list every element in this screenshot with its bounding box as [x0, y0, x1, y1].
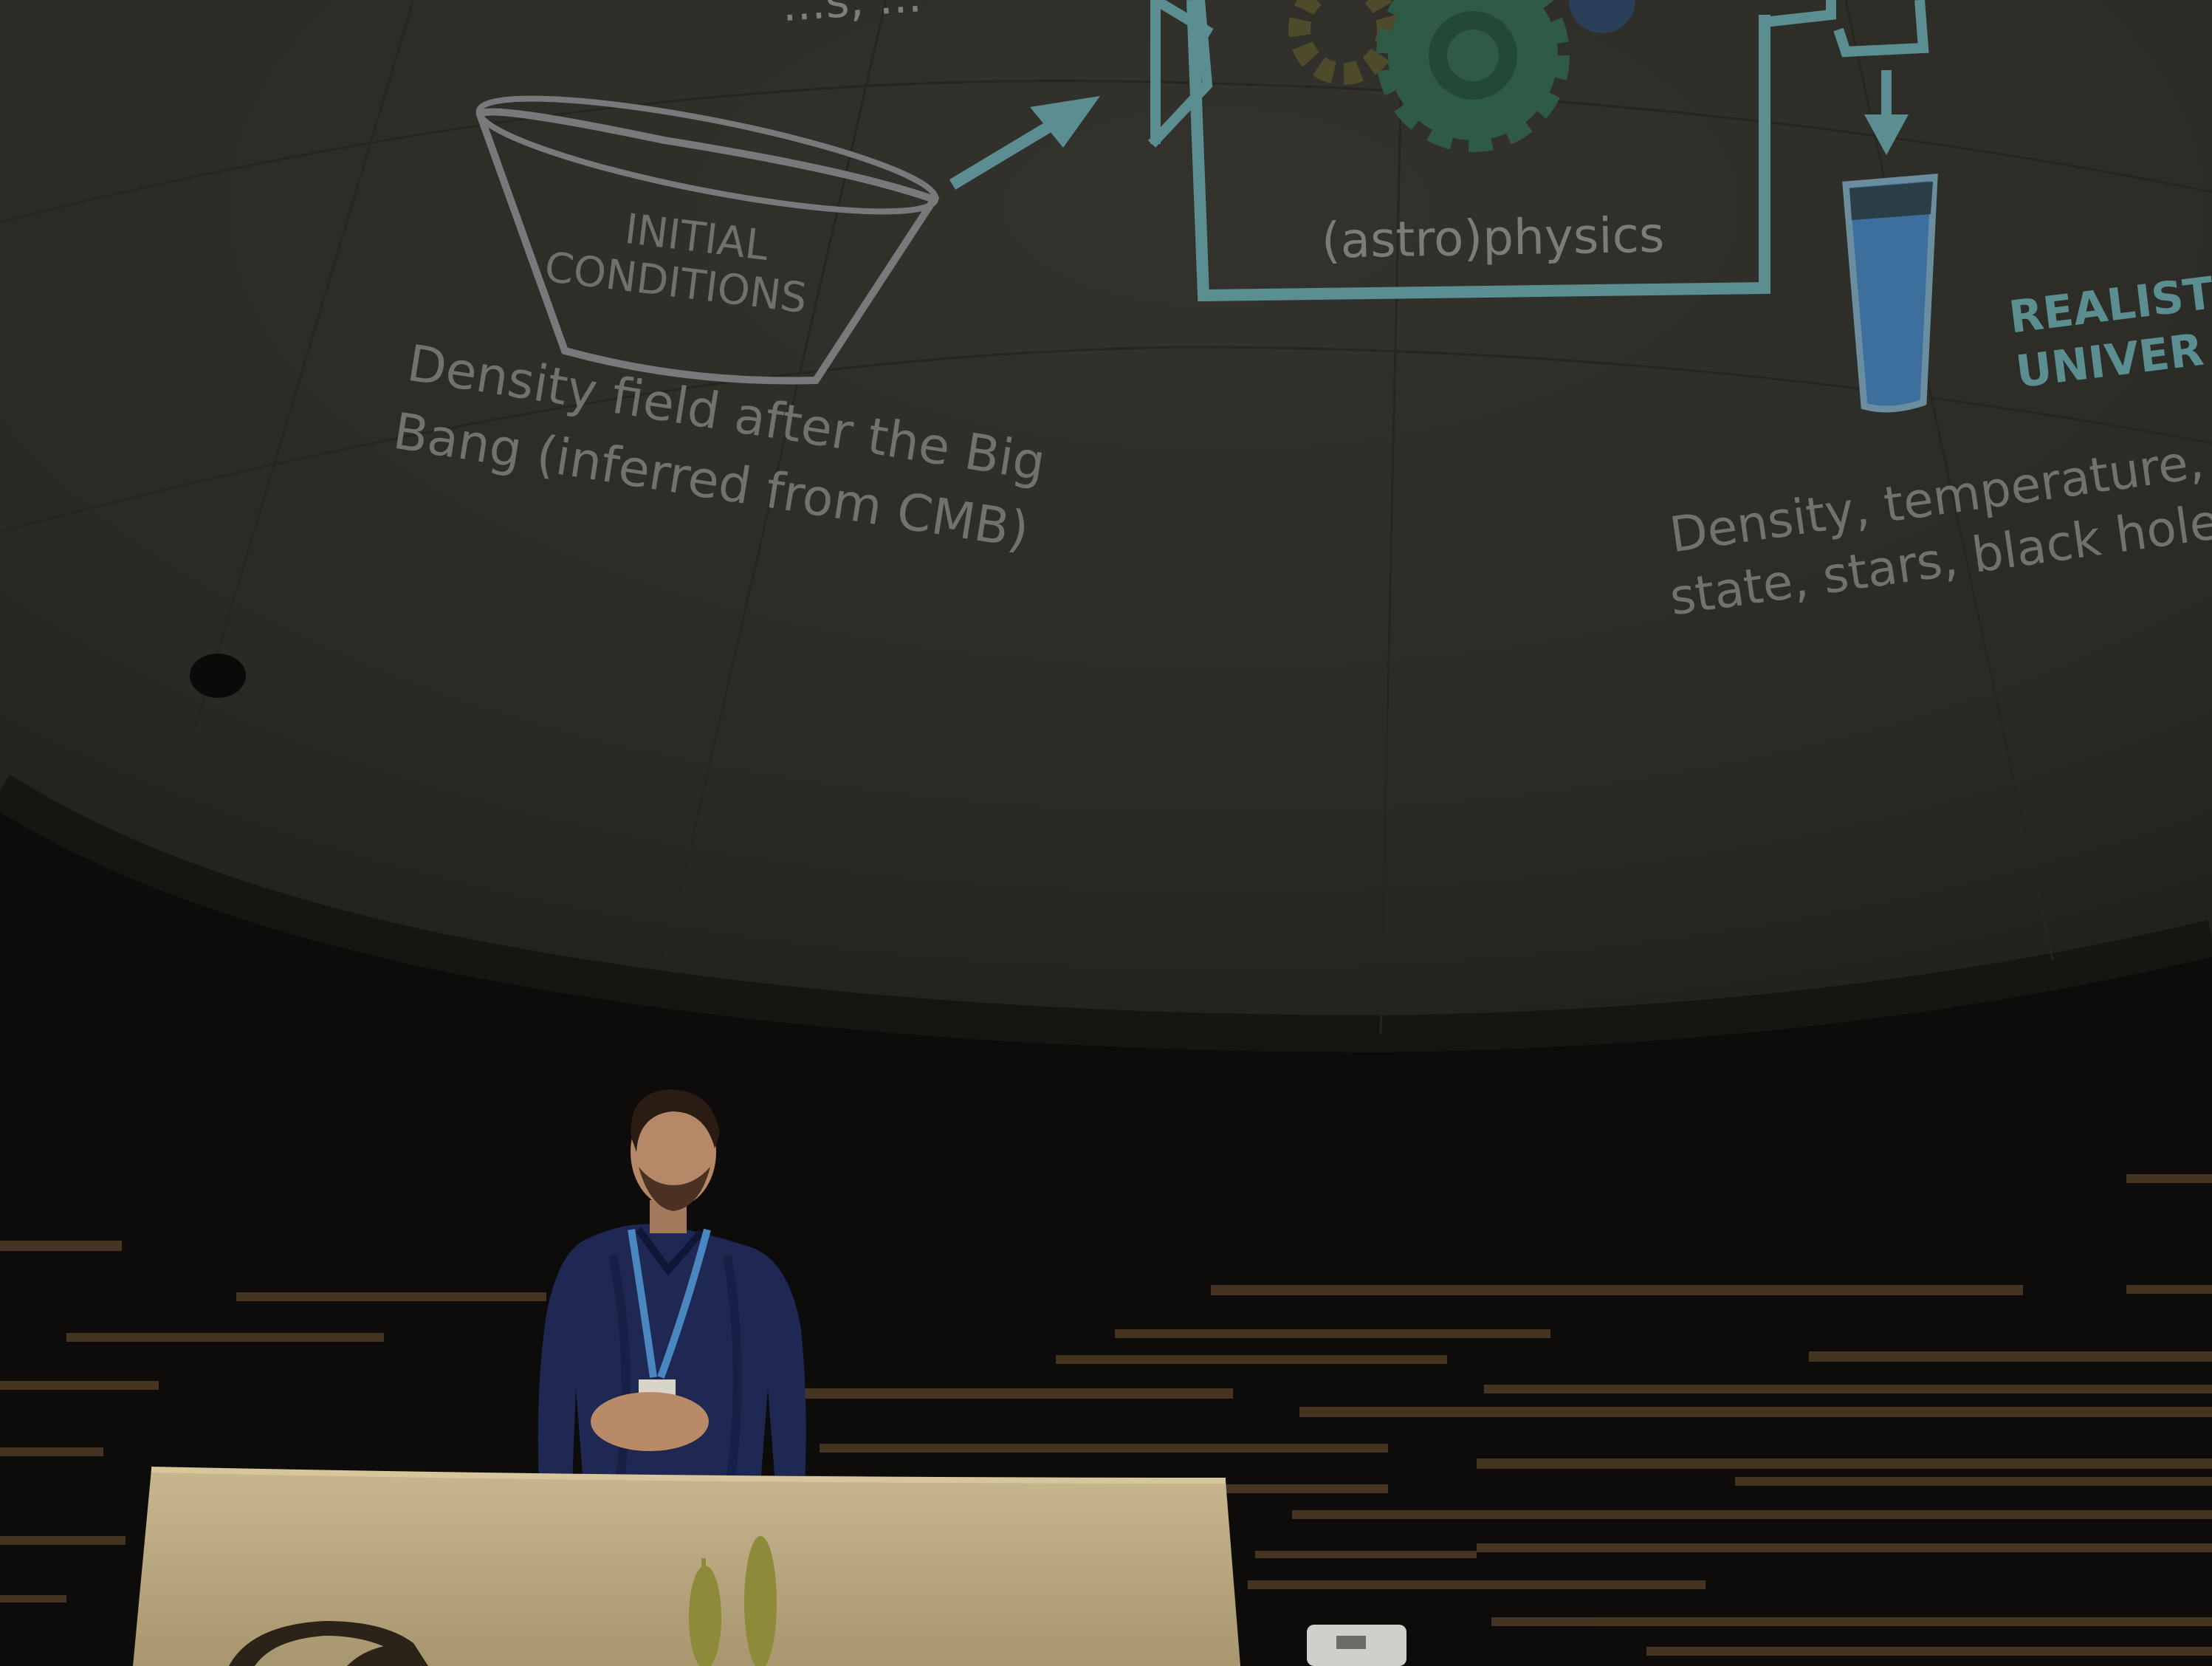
- machine-label: (astro)physics: [1321, 207, 1665, 270]
- speaker-hands: [591, 1392, 709, 1451]
- beer-glass-icon: [1842, 174, 1938, 413]
- lecture-scene: ...s, ... INITIAL CONDITIONS Density fie…: [0, 0, 2212, 1666]
- dome-speaker-hole: [190, 654, 246, 698]
